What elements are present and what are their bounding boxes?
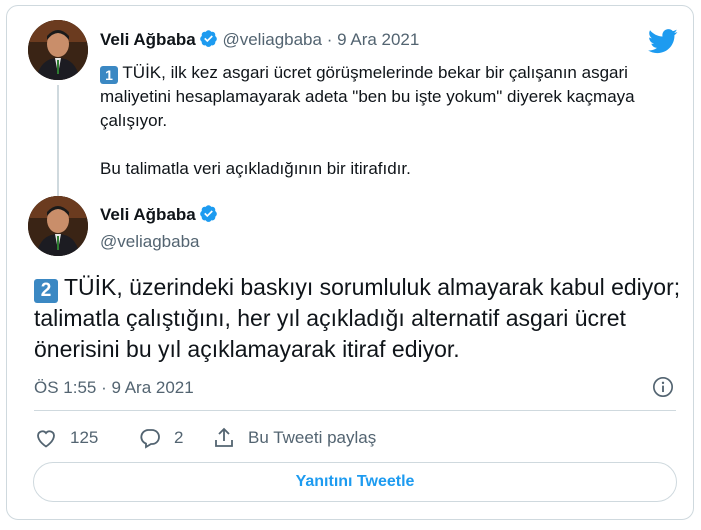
parent-author-handle[interactable]: @veliagbaba	[222, 30, 322, 49]
main-author-avatar[interactable]	[28, 196, 88, 256]
share-label: Bu Tweeti paylaş	[248, 428, 377, 447]
parent-paragraph-1: TÜİK, ilk kez asgari ücret görüşmelerind…	[100, 63, 635, 130]
like-count: 125	[70, 428, 99, 447]
verified-badge-icon	[199, 205, 217, 222]
share-action[interactable]: Bu Tweeti paylaş	[212, 426, 376, 450]
reply-action[interactable]: 2	[138, 426, 183, 450]
reply-count: 2	[174, 428, 184, 447]
main-author-name[interactable]: Veli Ağbaba	[100, 205, 196, 224]
parent-author-name[interactable]: Veli Ağbaba	[100, 30, 196, 49]
divider	[34, 410, 676, 411]
thread-connector-line	[57, 85, 59, 197]
twitter-logo-icon[interactable]	[648, 29, 678, 54]
heart-icon	[37, 430, 55, 448]
parent-tweet-text: 1 TÜİK, ilk kez asgari ücret görüşmeleri…	[100, 61, 680, 181]
main-author-name-row: Veli Ağbaba	[100, 204, 218, 225]
tweet-timestamp[interactable]: ÖS 1:55 · 9 Ara 2021	[34, 378, 194, 398]
parent-tweet-header: Veli Ağbaba @veliagbaba · 9 Ara 2021	[100, 29, 419, 50]
verified-badge-icon	[199, 30, 217, 47]
main-tweet-text: 2 TÜİK, üzerindeki baskıyı sorumluluk al…	[34, 272, 684, 365]
keycap-number-emoji: 2	[34, 279, 58, 303]
main-author-handle[interactable]: @veliagbaba	[100, 232, 200, 252]
embedded-tweet-card: Veli Ağbaba @veliagbaba · 9 Ara 2021 1 T…	[6, 5, 694, 520]
parent-paragraph-2: Bu talimatla veri açıkladığının bir itir…	[100, 159, 411, 178]
parent-tweet-date[interactable]: 9 Ara 2021	[337, 30, 419, 49]
reply-bubble-icon	[140, 429, 160, 449]
parent-author-avatar[interactable]	[28, 20, 88, 80]
main-tweet-content: TÜİK, üzerindeki baskıyı sorumluluk alma…	[34, 274, 681, 362]
info-icon[interactable]	[652, 376, 674, 398]
header-separator: ·	[326, 30, 333, 49]
like-action[interactable]: 125	[34, 426, 98, 450]
reply-tweet-button[interactable]: Yanıtını Tweetle	[33, 462, 677, 502]
keycap-number-emoji: 1	[100, 66, 118, 84]
share-icon	[215, 427, 233, 447]
